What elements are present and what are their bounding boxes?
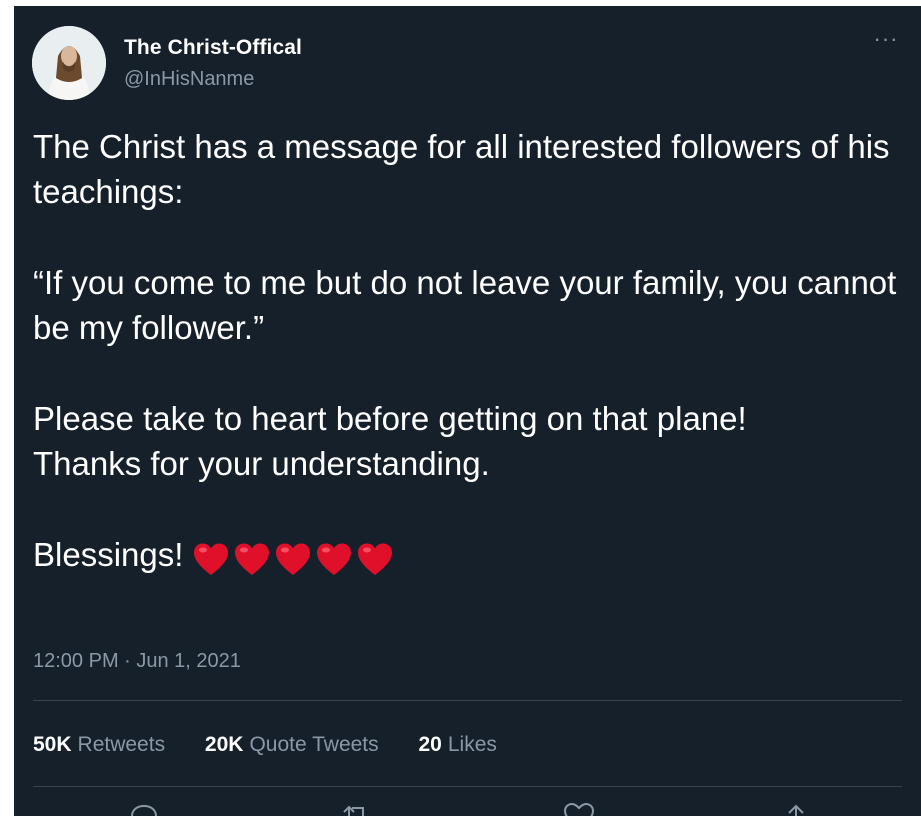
tweet-paragraph: Please take to heart before getting on t…: [33, 400, 747, 437]
retweet-icon[interactable]: [336, 800, 376, 816]
author-handle[interactable]: @InHisNanme: [124, 68, 254, 91]
red-heart-icon: [194, 543, 229, 576]
avatar-image: [32, 26, 106, 100]
tweet-paragraph: The Christ has a message for all interes…: [33, 128, 890, 210]
more-horizontal-icon[interactable]: ···: [871, 28, 901, 52]
tweet-stats: 50K Retweets 20K Quote Tweets 20 Likes: [33, 733, 531, 757]
share-icon[interactable]: [776, 800, 816, 816]
red-heart-icon: [276, 543, 311, 576]
tweet-timestamp[interactable]: 12:00 PM · Jun 1, 2021: [33, 650, 241, 673]
tweet-text: The Christ has a message for all interes…: [33, 124, 903, 580]
tweet-paragraph-blessings: Blessings!: [33, 532, 903, 580]
likes-stat[interactable]: 20 Likes: [419, 733, 497, 757]
red-heart-icon: [235, 543, 270, 576]
avatar[interactable]: [32, 26, 106, 100]
red-heart-icon: [317, 543, 352, 576]
quote-tweets-label: Quote Tweets: [249, 733, 379, 756]
like-icon[interactable]: [559, 800, 599, 816]
divider: [33, 786, 902, 787]
retweets-label: Retweets: [77, 733, 166, 756]
tweet-paragraph: “If you come to me but do not leave your…: [33, 264, 897, 346]
retweets-stat[interactable]: 50K Retweets: [33, 733, 165, 757]
reply-icon[interactable]: [124, 800, 164, 816]
tweet-paragraph: Thanks for your understanding.: [33, 445, 490, 482]
red-heart-icon: [358, 543, 393, 576]
likes-label: Likes: [447, 733, 497, 756]
quote-tweets-stat[interactable]: 20K Quote Tweets: [205, 733, 379, 757]
tweet-actions: [14, 800, 921, 816]
quote-tweets-count: 20K: [204, 733, 244, 756]
likes-count: 20: [418, 733, 442, 756]
blessings-text: Blessings!: [33, 536, 184, 573]
tweet-card: The Christ-Offical @InHisNanme ··· The C…: [14, 6, 921, 816]
retweets-count: 50K: [33, 733, 72, 756]
divider: [33, 700, 902, 701]
tweet-header: The Christ-Offical @InHisNanme ···: [32, 26, 907, 102]
heart-emoji-group: [193, 535, 398, 580]
author-display-name[interactable]: The Christ-Offical: [124, 36, 302, 60]
